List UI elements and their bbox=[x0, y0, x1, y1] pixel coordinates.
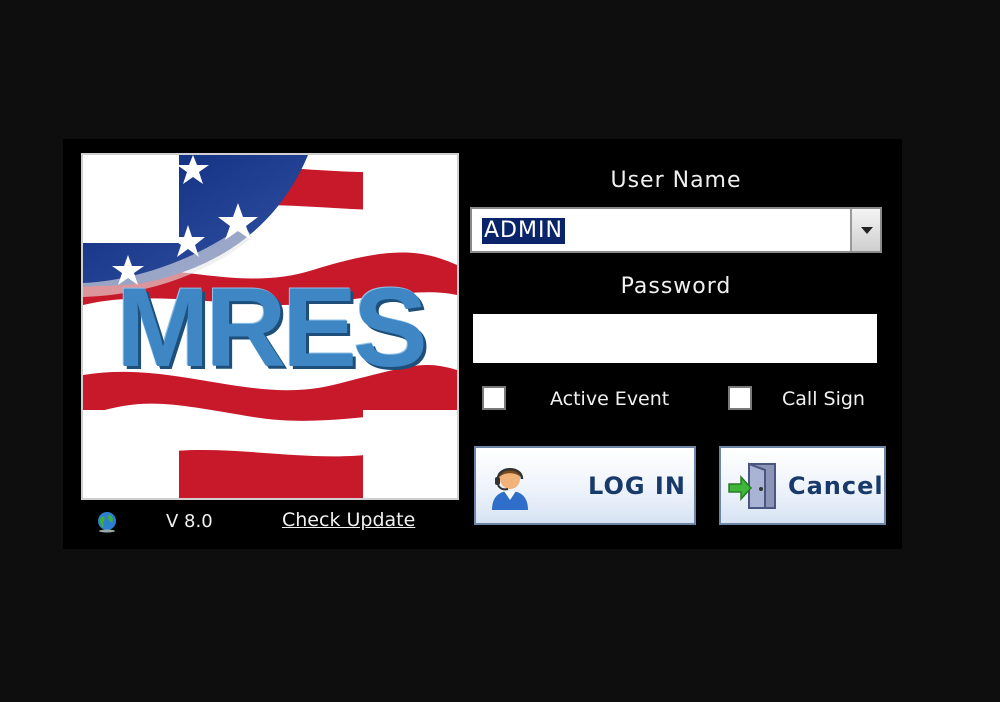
call-sign-label: Call Sign bbox=[782, 388, 865, 410]
username-value[interactable]: ADMIN bbox=[482, 218, 565, 244]
exit-door-icon bbox=[728, 462, 776, 509]
login-button[interactable]: LOG IN bbox=[474, 446, 696, 525]
login-button-label: LOG IN bbox=[588, 472, 686, 500]
password-input[interactable] bbox=[473, 314, 877, 363]
active-event-checkbox[interactable] bbox=[482, 386, 506, 410]
mres-logo: MRES bbox=[81, 153, 459, 500]
version-text: V 8.0 bbox=[166, 511, 213, 532]
dropdown-arrow-icon[interactable] bbox=[850, 209, 880, 251]
cancel-button[interactable]: Cancel bbox=[719, 446, 886, 525]
check-update-link[interactable]: Check Update bbox=[282, 507, 415, 533]
user-headset-icon bbox=[492, 468, 528, 510]
call-sign-checkbox[interactable] bbox=[728, 386, 752, 410]
active-event-label: Active Event bbox=[550, 388, 670, 410]
username-label: User Name bbox=[610, 168, 742, 193]
cancel-button-label: Cancel bbox=[788, 472, 884, 500]
logo-text: MRES bbox=[116, 265, 428, 390]
username-combobox[interactable]: ADMIN bbox=[470, 207, 882, 253]
globe-icon[interactable] bbox=[96, 511, 118, 533]
password-label: Password bbox=[620, 274, 732, 299]
login-panel: MRES V 8.0 Check Update User Name ADMIN … bbox=[63, 139, 902, 549]
